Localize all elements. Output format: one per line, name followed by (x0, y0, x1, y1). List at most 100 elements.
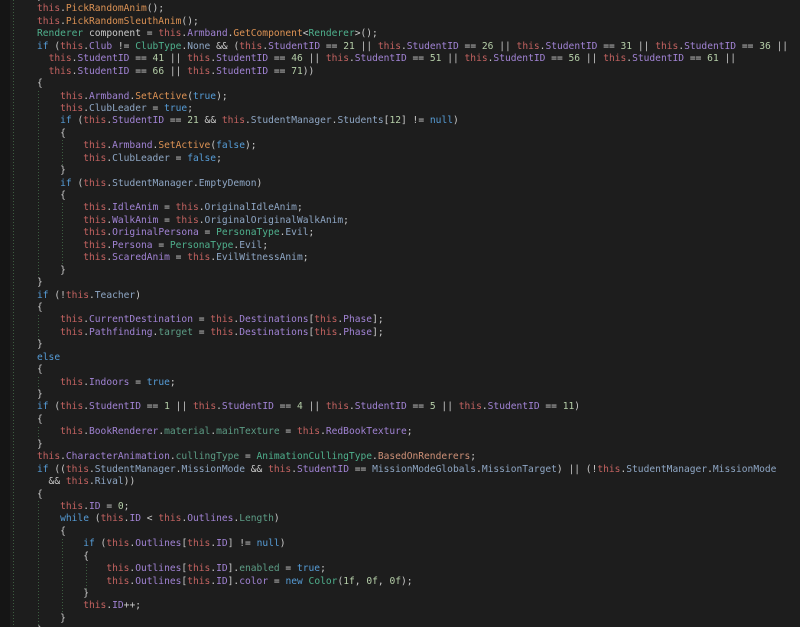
code-token: == (407, 53, 430, 64)
code-token: Rival (95, 476, 124, 487)
code-token (37, 140, 83, 151)
code-token: true (193, 91, 216, 102)
code-line: if (this.StudentID == 21 && this.Student… (0, 115, 800, 127)
code-token: ) (135, 290, 141, 301)
code-token (37, 91, 60, 102)
code-token: this (83, 178, 106, 189)
code-token: PersonaType (216, 227, 280, 238)
code-token: || (441, 53, 464, 64)
code-token: this (66, 476, 89, 487)
code-token: this (106, 576, 129, 587)
code-token: || (303, 401, 326, 412)
code-token: ClubType (135, 41, 181, 52)
code-line: this.CurrentDestination = this.Destinati… (0, 314, 800, 326)
code-token: && (245, 464, 268, 475)
code-token: this (101, 513, 124, 524)
code-token: StudentID (112, 115, 164, 126)
code-token: || (355, 41, 378, 52)
code-token: || (164, 53, 187, 64)
code-token: ClubLeader (112, 153, 170, 164)
code-token: ++; (124, 600, 141, 611)
code-token: component = (83, 28, 158, 39)
code-token: ; (320, 563, 326, 574)
code-token (37, 66, 49, 77)
code-token (37, 153, 83, 164)
code-token: = (147, 103, 164, 114)
code-token (37, 252, 83, 263)
code-token: ( (72, 115, 84, 126)
code-token: } (37, 389, 43, 400)
code-token (37, 426, 60, 437)
code-token: OriginalOriginalWalkAnim (205, 215, 344, 226)
code-token: PickRandomAnim (66, 3, 147, 14)
code-token: Armband (187, 28, 227, 39)
code-token: 21 (343, 41, 355, 52)
code-token: < (141, 513, 158, 524)
code-token: = (170, 153, 187, 164)
code-line: while (this.ID < this.Outlines.Length) (0, 513, 800, 525)
code-token: 66 (153, 66, 165, 77)
code-token: 31 (621, 41, 633, 52)
code-token (37, 538, 83, 549)
code-line: this.ID = 0; (0, 501, 800, 513)
code-token: { (37, 128, 66, 139)
code-token: Renderer (309, 28, 355, 39)
code-token: this (37, 16, 60, 27)
code-token: true (147, 377, 170, 388)
code-token: AnimationCullingType (257, 451, 373, 462)
code-token: StudentID (684, 41, 736, 52)
code-token: ID (112, 600, 124, 611)
code-token: ( (72, 178, 84, 189)
code-line: { (0, 489, 800, 501)
code-token: StudentID (488, 401, 540, 412)
code-token: false (187, 153, 216, 164)
code-token: == (597, 41, 620, 52)
code-token: color (239, 576, 268, 587)
code-token: this (187, 53, 210, 64)
code-token: ( (49, 41, 61, 52)
code-token: ) || (! (557, 464, 597, 475)
code-token: this (314, 314, 337, 325)
code-token: this (83, 252, 106, 263)
code-token: || (493, 41, 516, 52)
code-token: ]. (228, 563, 240, 574)
code-token: , (355, 576, 367, 587)
code-token: BookRenderer (89, 426, 158, 437)
code-line: this.Indoors = true; (0, 377, 800, 389)
code-token (37, 600, 83, 611)
code-token: this (239, 41, 262, 52)
code-token: (); (181, 16, 198, 27)
code-token: } (37, 277, 43, 288)
code-editor-window: }this.PickRandomAnim();this.PickRandomSl… (0, 0, 800, 627)
code-token: 71 (291, 66, 303, 77)
code-line: } (0, 277, 800, 289)
code-token: ID (129, 513, 141, 524)
code-token: || (632, 41, 655, 52)
code-line: this.Armband.SetActive(true); (0, 91, 800, 103)
code-line: } (0, 265, 800, 277)
code-token: SetActive (135, 91, 187, 102)
code-token: this (60, 377, 83, 388)
code-token: || (303, 53, 326, 64)
code-token: this (187, 252, 210, 263)
code-line: this.Armband.SetActive(false); (0, 140, 800, 152)
code-token: ; (407, 426, 413, 437)
code-token: (( (49, 464, 66, 475)
code-area[interactable]: }this.PickRandomAnim();this.PickRandomSl… (0, 0, 800, 627)
code-token: >(); (355, 28, 378, 39)
code-token: this (297, 426, 320, 437)
code-line: this.Outlines[this.ID].color = new Color… (0, 576, 800, 588)
code-token: Armband (89, 91, 129, 102)
code-token: == (129, 53, 152, 64)
code-line: this.ID++; (0, 600, 800, 612)
code-token: true (164, 103, 187, 114)
code-token: = (153, 240, 170, 251)
code-token: this (83, 115, 106, 126)
code-token: = (193, 327, 210, 338)
code-token: Color (309, 576, 338, 587)
code-token: ; (343, 215, 349, 226)
code-token: } (37, 265, 66, 276)
code-token: 11 (563, 401, 575, 412)
code-token: = (158, 202, 175, 213)
code-token: IdleAnim (112, 202, 158, 213)
